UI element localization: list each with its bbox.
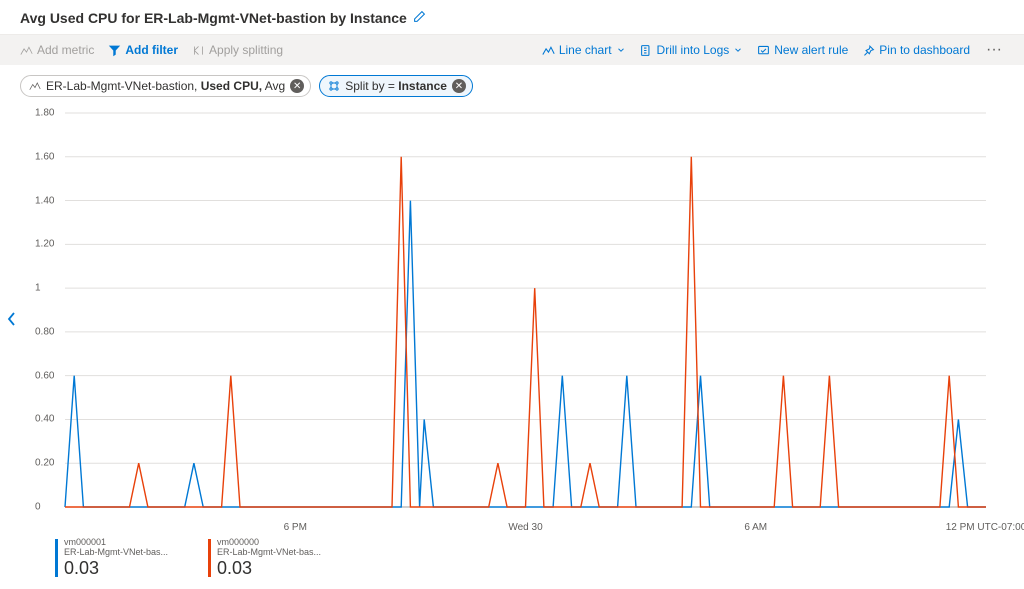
add-filter-label: Add filter: [125, 43, 178, 57]
add-metric-button[interactable]: Add metric: [20, 43, 94, 57]
apply-splitting-button[interactable]: Apply splitting: [192, 43, 283, 57]
x-tick-label: Wed 30: [508, 522, 542, 533]
chevron-down-icon: [733, 45, 743, 55]
metric-pill-text: ER-Lab-Mgmt-VNet-bastion, Used CPU, Avg: [46, 79, 285, 93]
pin-dashboard-label: Pin to dashboard: [879, 43, 970, 57]
x-tick-label: 6 PM: [284, 522, 307, 533]
x-tick-label: 12 PM UTC-07:00: [946, 522, 1024, 533]
chart-area: 00.200.400.600.8011.201.401.601.806 PMWe…: [35, 107, 1004, 517]
chevron-down-icon: [616, 45, 626, 55]
legend-series-name: vm000000: [217, 537, 321, 547]
y-tick-label: 0.60: [35, 370, 54, 381]
y-tick-label: 0.40: [35, 414, 54, 425]
metric-icon: [29, 80, 41, 92]
add-filter-button[interactable]: Add filter: [108, 43, 178, 57]
legend-series-value: 0.03: [217, 558, 321, 579]
legend-series-sub: ER-Lab-Mgmt-VNet-bas...: [64, 547, 168, 557]
drill-logs-dropdown[interactable]: Drill into Logs: [640, 43, 744, 57]
legend-item-vm000000[interactable]: vm000000 ER-Lab-Mgmt-VNet-bas... 0.03: [208, 537, 321, 579]
legend-series-value: 0.03: [64, 558, 168, 579]
chart-type-dropdown[interactable]: Line chart: [542, 43, 626, 57]
y-tick-label: 1: [35, 283, 41, 294]
y-tick-label: 0.80: [35, 326, 54, 337]
split-pill-text: Split by = Instance: [345, 79, 447, 93]
apply-splitting-label: Apply splitting: [209, 43, 283, 57]
page-title: Avg Used CPU for ER-Lab-Mgmt-VNet-bastio…: [20, 10, 407, 26]
new-alert-button[interactable]: New alert rule: [757, 43, 848, 57]
y-tick-label: 1.60: [35, 151, 54, 162]
legend-color-swatch: [55, 539, 58, 577]
split-pill[interactable]: Split by = Instance ✕: [319, 75, 473, 97]
legend-color-swatch: [208, 539, 211, 577]
y-tick-label: 1.40: [35, 195, 54, 206]
drill-logs-label: Drill into Logs: [657, 43, 730, 57]
remove-metric-icon[interactable]: ✕: [290, 79, 304, 93]
pin-dashboard-button[interactable]: Pin to dashboard: [862, 43, 970, 57]
add-metric-label: Add metric: [37, 43, 94, 57]
y-tick-label: 0: [35, 502, 41, 513]
y-tick-label: 1.20: [35, 239, 54, 250]
legend-item-vm000001[interactable]: vm000001 ER-Lab-Mgmt-VNet-bas... 0.03: [55, 537, 168, 579]
more-menu-button[interactable]: ···: [984, 41, 1004, 59]
y-tick-label: 0.20: [35, 458, 54, 469]
new-alert-label: New alert rule: [774, 43, 848, 57]
legend-series-name: vm000001: [64, 537, 168, 547]
chart-type-label: Line chart: [559, 43, 612, 57]
x-tick-label: 6 AM: [744, 522, 767, 533]
toolbar: Add metric Add filter Apply splitting Li…: [0, 35, 1024, 65]
metric-pill[interactable]: ER-Lab-Mgmt-VNet-bastion, Used CPU, Avg …: [20, 75, 311, 97]
remove-split-icon[interactable]: ✕: [452, 79, 466, 93]
collapse-panel-button[interactable]: [6, 310, 18, 331]
line-chart: [35, 107, 990, 517]
y-tick-label: 1.80: [35, 108, 54, 119]
legend-series-sub: ER-Lab-Mgmt-VNet-bas...: [217, 547, 321, 557]
split-icon: [328, 80, 340, 92]
edit-title-icon[interactable]: [413, 10, 426, 26]
